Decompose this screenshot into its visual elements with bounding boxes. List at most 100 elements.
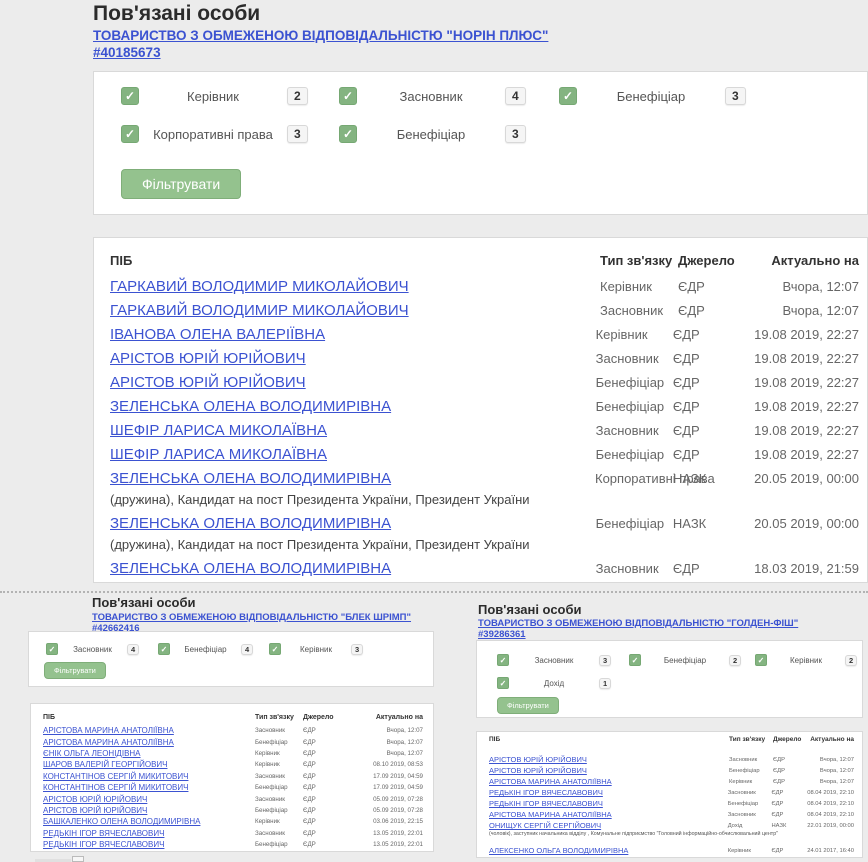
- person-link[interactable]: КОНСТАНТІНОВ СЕРГІЙ МИКИТОВИЧ: [43, 772, 255, 781]
- person-row: АРІСТОВА МАРИНА АНАТОЛІЇВНАБенефіціарЄДР…: [31, 736, 433, 747]
- checkbox-checked-icon[interactable]: ✓: [497, 677, 509, 689]
- source: ЄДР: [773, 768, 809, 774]
- filter-button[interactable]: Фільтрувати: [121, 169, 241, 199]
- persons-table: ПІБ Тип зв'язку Джерело Актуально на АРІ…: [476, 731, 863, 858]
- person-link[interactable]: ШАРОВ ВАЛЕРІЙ ГЕОРГІЙОВИЧ: [43, 760, 255, 769]
- page-title: Пов'язані особи: [93, 2, 260, 26]
- col-name: ПІБ: [110, 253, 600, 268]
- company-link[interactable]: ТОВАРИСТВО З ОБМЕЖЕНОЮ ВІДПОВІДАЛЬНІСТЮ …: [92, 612, 411, 623]
- checkbox-checked-icon[interactable]: ✓: [121, 87, 139, 105]
- person-link[interactable]: ШЕФІР ЛАРИСА МИКОЛАЇВНА: [110, 422, 596, 439]
- person-link[interactable]: БАШКАЛЕНКО ОЛЕНА ВОЛОДИМИРІВНА: [43, 817, 255, 826]
- actual-date: 13.05 2019, 22:01: [345, 830, 423, 837]
- person-link[interactable]: ІВАНОВА ОЛЕНА ВАЛЕРІЇВНА: [110, 326, 596, 343]
- person-row: АРІСТОВ ЮРІЙ ЮРІЙОВИЧЗасновникЄДРВчора, …: [477, 754, 862, 765]
- person-link[interactable]: АРІСТОВ ЮРІЙ ЮРІЙОВИЧ: [489, 766, 729, 775]
- person-link[interactable]: ГАРКАВИЙ ВОЛОДИМИР МИКОЛАЙОВИЧ: [110, 302, 600, 319]
- company-link[interactable]: ТОВАРИСТВО З ОБМЕЖЕНОЮ ВІДПОВІДАЛЬНІСТЮ …: [478, 618, 798, 629]
- relation-type: Засновник: [729, 757, 773, 763]
- checkbox-checked-icon[interactable]: ✓: [559, 87, 577, 105]
- checkbox-checked-icon[interactable]: ✓: [339, 87, 357, 105]
- person-link[interactable]: АРІСТОВ ЮРІЙ ЮРІЙОВИЧ: [43, 806, 255, 815]
- source: ЄДР: [773, 757, 809, 763]
- checkbox-checked-icon[interactable]: ✓: [497, 654, 509, 666]
- person-link[interactable]: АРІСТОВА МАРИНА АНАТОЛІЇВНА: [43, 738, 255, 747]
- person-row: ІВАНОВА ОЛЕНА ВАЛЕРІЇВНАКерівникЄДР19.08…: [94, 322, 867, 346]
- count-badge: 2: [729, 655, 741, 666]
- filter-button[interactable]: Фільтрувати: [497, 697, 559, 714]
- checkbox-checked-icon[interactable]: ✓: [269, 643, 281, 655]
- relation-type: Керівник: [596, 327, 673, 342]
- person-link[interactable]: АРІСТОВ ЮРІЙ ЮРІЙОВИЧ: [110, 374, 596, 391]
- filter-item: ✓ Бенефіціар 2: [629, 654, 741, 666]
- filter-panel: ✓ Засновник 3 ✓ Бенефіціар 2 ✓ Керівник …: [476, 640, 863, 718]
- person-link[interactable]: АРІСТОВА МАРИНА АНАТОЛІЇВНА: [43, 726, 255, 735]
- person-link[interactable]: РЕДЬКІН ІГОР ВЯЧЕСЛАВОВИЧ: [43, 829, 255, 838]
- actual-date: 19.08 2019, 22:27: [754, 375, 859, 390]
- source: НАЗК: [673, 471, 754, 486]
- col-source: Джерело: [303, 714, 345, 721]
- person-row: КОНСТАНТІНОВ СЕРГІЙ МИКИТОВИЧБенефіціарЄ…: [31, 782, 433, 793]
- filter-item: ✓ Засновник 4: [46, 643, 139, 655]
- checkbox-checked-icon[interactable]: ✓: [158, 643, 170, 655]
- relation-type: Засновник: [728, 790, 772, 796]
- table-header: ПІБ Тип зв'язку Джерело Актуально на: [31, 704, 433, 725]
- person-link[interactable]: РЕДЬКІН ІГОР ВЯЧЕСЛАВОВИЧ: [489, 788, 728, 797]
- col-type: Тип зв'язку: [729, 736, 773, 744]
- checkbox-checked-icon[interactable]: ✓: [121, 125, 139, 143]
- source: ЄДР: [673, 423, 754, 438]
- filter-button[interactable]: Фільтрувати: [44, 662, 106, 679]
- relation-type: Засновник: [255, 727, 303, 734]
- person-row: АРІСТОВА МАРИНА АНАТОЛІЇВНАЗасновникЄДР0…: [477, 809, 862, 820]
- person-link[interactable]: АРІСТОВА МАРИНА АНАТОЛІЇВНА: [489, 810, 728, 819]
- actual-date: 19.08 2019, 22:27: [754, 423, 859, 438]
- actual-date: 19.08 2019, 22:27: [754, 327, 859, 342]
- table-header: ПІБ Тип зв'язку Джерело Актуально на: [477, 732, 862, 754]
- relation-type: Керівник: [255, 761, 303, 768]
- person-link[interactable]: КОНСТАНТІНОВ СЕРГІЙ МИКИТОВИЧ: [43, 783, 255, 792]
- col-actual: Актуально на: [345, 714, 423, 721]
- person-note: (дружина), Кандидат на пост Президента У…: [94, 535, 867, 556]
- actual-date: 17.09 2019, 04:59: [345, 784, 423, 791]
- company-id-link[interactable]: #40185673: [93, 45, 161, 60]
- person-link[interactable]: РЕДЬКІН ІГОР ВЯЧЕСЛАВОВИЧ: [489, 799, 728, 808]
- actual-date: 08.10 2019, 08:53: [345, 761, 423, 768]
- filter-item: ✓ Керівник 3: [269, 643, 363, 655]
- person-link[interactable]: ЄНІК ОЛЬГА ЛЕОНІДІВНА: [43, 749, 255, 758]
- checkbox-checked-icon[interactable]: ✓: [46, 643, 58, 655]
- person-link[interactable]: АРІСТОВ ЮРІЙ ЮРІЙОВИЧ: [489, 755, 729, 764]
- person-link[interactable]: ШЕФІР ЛАРИСА МИКОЛАЇВНА: [110, 446, 596, 463]
- source: ЄДР: [678, 279, 760, 294]
- person-link[interactable]: АРІСТОВ ЮРІЙ ЮРІЙОВИЧ: [110, 350, 596, 367]
- person-link[interactable]: АРІСТОВ ЮРІЙ ЮРІЙОВИЧ: [43, 795, 255, 804]
- checkbox-checked-icon[interactable]: ✓: [339, 125, 357, 143]
- filter-label: Керівник: [139, 89, 287, 104]
- person-link[interactable]: ОНИЩУК СЕРГІЙ СЕРГІЙОВИЧ: [489, 821, 728, 830]
- company-link[interactable]: ТОВАРИСТВО З ОБМЕЖЕНОЮ ВІДПОВІДАЛЬНІСТЮ …: [93, 28, 548, 43]
- relation-type: Засновник: [255, 773, 303, 780]
- source: ЄДР: [303, 796, 345, 803]
- person-row: ЗЕЛЕНСЬКА ОЛЕНА ВОЛОДИМИРІВНАБенефіціарН…: [94, 511, 867, 535]
- filter-panel: ✓ Засновник 4 ✓ Бенефіціар 4 ✓ Керівник …: [28, 631, 434, 687]
- person-row: РЕДЬКІН ІГОР ВЯЧЕСЛАВОВИЧЗасновникЄДР08.…: [477, 787, 862, 798]
- person-link[interactable]: ЗЕЛЕНСЬКА ОЛЕНА ВОЛОДИМИРІВНА: [110, 398, 596, 415]
- person-row: АЛЕКСЕНКО ОЛЬГА ВОЛОДИМИРІВНАКерівникЄДР…: [477, 845, 862, 856]
- checkbox-checked-icon[interactable]: ✓: [755, 654, 767, 666]
- person-link[interactable]: ЗЕЛЕНСЬКА ОЛЕНА ВОЛОДИМИРІВНА: [110, 470, 595, 487]
- company-id-link[interactable]: #39286361: [478, 629, 526, 640]
- count-badge: 4: [241, 644, 253, 655]
- person-link[interactable]: АЛЕКСЕНКО ОЛЬГА ВОЛОДИМИРІВНА: [489, 846, 728, 855]
- relation-type: Керівник: [600, 279, 678, 294]
- person-row: ГАРКАВИЙ ВОЛОДИМИР МИКОЛАЙОВИЧКерівникЄД…: [94, 274, 867, 298]
- count-badge: 2: [287, 87, 308, 105]
- checkbox-checked-icon[interactable]: ✓: [629, 654, 641, 666]
- count-badge: 3: [725, 87, 746, 105]
- person-link[interactable]: ЗЕЛЕНСЬКА ОЛЕНА ВОЛОДИМИРІВНА: [110, 515, 596, 532]
- person-link[interactable]: ЗЕЛЕНСЬКА ОЛЕНА ВОЛОДИМИРІВНА: [110, 560, 596, 577]
- person-link[interactable]: ГАРКАВИЙ ВОЛОДИМИР МИКОЛАЙОВИЧ: [110, 278, 600, 295]
- person-link[interactable]: РЕДЬКІН ІГОР ВЯЧЕСЛАВОВИЧ: [43, 840, 255, 849]
- source: ЄДР: [303, 739, 345, 746]
- person-link[interactable]: АРІСТОВА МАРИНА АНАТОЛІЇВНА: [489, 777, 729, 786]
- count-badge: 3: [287, 125, 308, 143]
- source: ЄДР: [673, 447, 754, 462]
